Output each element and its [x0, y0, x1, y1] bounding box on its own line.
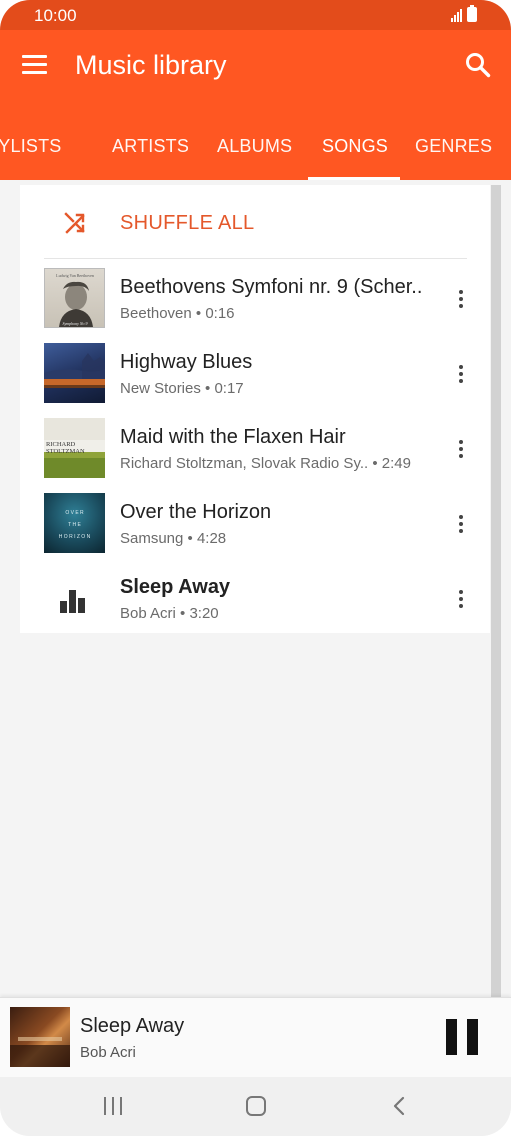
song-subtitle: Bob Acri • 3:20: [120, 605, 219, 622]
tab-albums[interactable]: ALBUMS: [217, 136, 292, 157]
album-art-text: STOLTZMAN: [46, 448, 85, 455]
mini-player[interactable]: Sleep Away Bob Acri: [0, 997, 511, 1077]
song-subtitle: Beethoven • 0:16: [120, 305, 235, 322]
status-icons: [451, 5, 477, 22]
search-icon[interactable]: [465, 52, 491, 78]
phone-screen: 10:00 Music library PLAYLISTS ARTISTS AL…: [0, 0, 511, 1136]
album-art-stoltzman: RICHARD STOLTZMAN: [44, 418, 105, 478]
signal-icon: [451, 8, 462, 22]
mini-player-album-art: [10, 1007, 70, 1067]
page-title: Music library: [75, 50, 227, 80]
status-time: 10:00: [34, 6, 77, 25]
app-bar: Music library PLAYLISTS ARTISTS ALBUMS S…: [0, 30, 511, 180]
song-row[interactable]: O V E R T H E H O R I Z O N Over the Hor…: [20, 485, 490, 560]
song-row[interactable]: Highway Blues New Stories • 0:17: [20, 335, 490, 410]
tab-artists[interactable]: ARTISTS: [112, 136, 189, 157]
more-options-icon[interactable]: [457, 440, 467, 458]
song-title: Beethovens Symfoni nr. 9 (Scher..: [120, 276, 423, 298]
tab-songs[interactable]: SONGS: [322, 136, 388, 157]
mini-player-title: Sleep Away: [80, 1015, 185, 1037]
more-options-icon[interactable]: [457, 590, 467, 608]
home-icon[interactable]: [246, 1096, 266, 1116]
mini-player-artist: Bob Acri: [80, 1044, 136, 1061]
battery-icon: [467, 5, 477, 22]
system-nav-bar: [0, 1077, 511, 1136]
album-art-text: T H E: [68, 522, 81, 528]
divider: [44, 258, 467, 259]
album-art-highway-blues: [44, 343, 105, 403]
tab-playlists[interactable]: PLAYLISTS: [0, 136, 62, 157]
album-art-beethoven: Ludwig Van Beethoven Symphony No 9: [44, 268, 105, 328]
status-bar: 10:00: [0, 0, 511, 30]
album-art-over-the-horizon: O V E R T H E H O R I Z O N: [44, 493, 105, 553]
more-options-icon[interactable]: [457, 365, 467, 383]
recents-icon[interactable]: [104, 1097, 124, 1115]
shuffle-all-label: SHUFFLE ALL: [120, 212, 255, 234]
more-options-icon[interactable]: [457, 290, 467, 308]
song-title: Over the Horizon: [120, 501, 272, 523]
active-tab-indicator: [308, 177, 400, 180]
song-subtitle: Samsung • 4:28: [120, 530, 227, 547]
menu-icon[interactable]: [22, 55, 48, 75]
tab-bar: PLAYLISTS ARTISTS ALBUMS SONGS GENRES: [0, 133, 511, 180]
shuffle-icon: [64, 212, 85, 234]
song-row[interactable]: RICHARD STOLTZMAN Maid with the Flaxen H…: [20, 410, 490, 485]
song-row-now-playing[interactable]: Sleep Away Bob Acri • 3:20: [20, 560, 490, 635]
song-title: Highway Blues: [120, 351, 253, 373]
song-title: Sleep Away: [120, 576, 231, 598]
now-playing-equalizer-icon: [44, 568, 105, 628]
songs-list: SHUFFLE ALL Ludwig Van Beethoven Symphon…: [20, 185, 490, 633]
song-row[interactable]: Ludwig Van Beethoven Symphony No 9 Beeth…: [20, 260, 490, 335]
album-art-text: O V E R: [65, 510, 84, 516]
album-art-text: RICHARD: [46, 441, 76, 448]
scrollbar[interactable]: [491, 185, 501, 997]
tab-genres[interactable]: GENRES: [415, 136, 492, 157]
album-art-text: Symphony No 9: [62, 321, 87, 326]
song-subtitle: Richard Stoltzman, Slovak Radio Sy.. • 2…: [120, 455, 411, 472]
album-art-text: H O R I Z O N: [59, 534, 91, 540]
album-art-text: Ludwig Van Beethoven: [56, 273, 94, 278]
more-options-icon[interactable]: [457, 515, 467, 533]
song-subtitle: New Stories • 0:17: [120, 380, 244, 397]
back-icon[interactable]: [392, 1095, 406, 1117]
song-title: Maid with the Flaxen Hair: [120, 426, 346, 448]
pause-icon[interactable]: [446, 1019, 478, 1055]
shuffle-all-button[interactable]: SHUFFLE ALL: [20, 185, 490, 259]
